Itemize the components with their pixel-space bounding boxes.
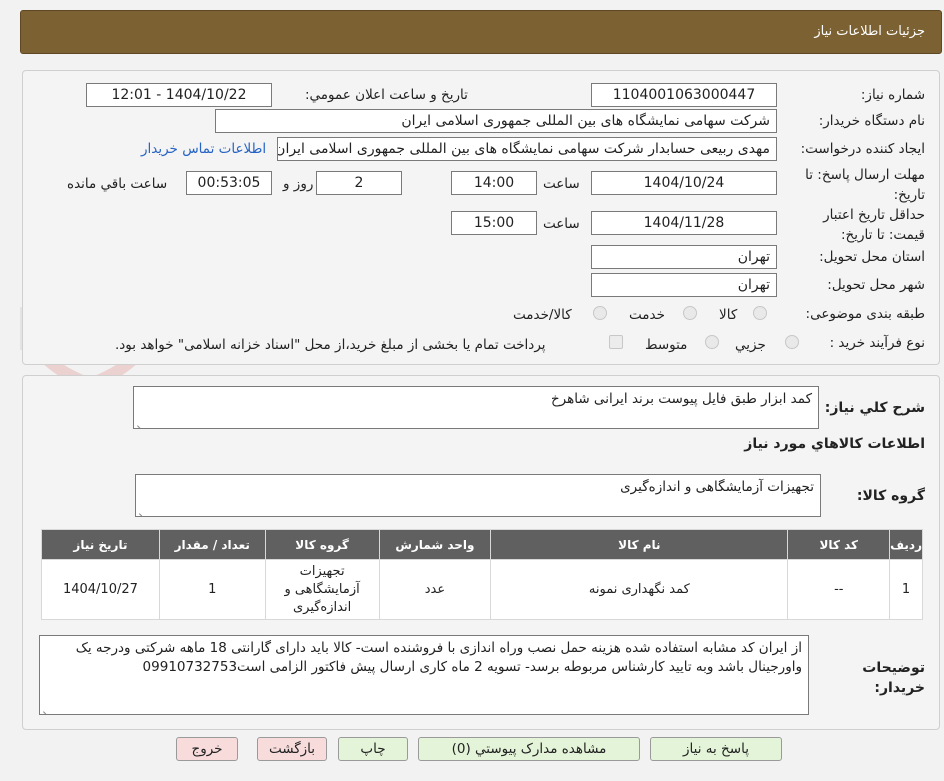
process-type-label: نوع فرآیند خرید : <box>829 335 925 351</box>
goods-info-title: اطلاعات کالاهاي مورد نیاز <box>744 436 925 452</box>
announce-date-field[interactable]: 1404/10/22 - 12:01 <box>86 83 272 107</box>
exit-button[interactable]: خروج <box>176 737 238 761</box>
reply-time-field[interactable]: 14:00 <box>451 171 537 195</box>
treasury-payment-note: پرداخت تمام یا بخشی از مبلغ خرید،از محل … <box>115 337 546 353</box>
remaining-days-field[interactable]: 2 <box>316 171 402 195</box>
page-header: جزئیات اطلاعات نیاز <box>20 10 942 54</box>
buyer-org-field[interactable]: شرکت سهامی نمایشگاه های بین المللی جمهور… <box>215 109 777 133</box>
buyer-notes-label: توضیحات خریدار: <box>862 660 925 696</box>
print-button[interactable]: چاپ <box>338 737 408 761</box>
col-header-need-date: تاریخ نیاز <box>41 529 160 560</box>
price-validity-label: حداقل تاریخ اعتبار قیمت: تا تاریخ: <box>823 207 925 243</box>
cell-goods-name: کمد نگهداری نمونه <box>490 559 789 620</box>
page-title: جزئیات اطلاعات نیاز <box>814 24 925 39</box>
resize-grip-icon[interactable] <box>43 704 51 712</box>
process-radio-medium[interactable] <box>705 335 719 349</box>
category-radio-service[interactable] <box>683 306 697 320</box>
province-field[interactable]: تهران <box>591 245 777 269</box>
reply-to-need-button[interactable]: پاسخ به نیاز <box>650 737 782 761</box>
category-radio-goods[interactable] <box>753 306 767 320</box>
info-panel: شماره نیاز: 1104001063000447 تاریخ و ساع… <box>22 70 940 365</box>
view-attachments-button[interactable]: مشاهده مدارک پیوستي (0) <box>418 737 640 761</box>
city-field[interactable]: تهران <box>591 273 777 297</box>
buyer-notes-text: از ایران کد مشابه استفاده شده هزینه حمل … <box>75 640 802 675</box>
general-description-text: کمد ابزار طبق فایل پیوست برند ایرانی شاه… <box>550 391 812 407</box>
process-option-medium: متوسط <box>645 337 688 353</box>
need-number-label: شماره نیاز: <box>860 87 925 103</box>
reply-deadline-label: مهلت ارسال پاسخ: تا تاریخ: <box>805 167 925 203</box>
cell-quantity: 1 <box>158 559 266 620</box>
category-radio-goods-service[interactable] <box>593 306 607 320</box>
requester-field[interactable]: مهدی ربیعی حسابدار شرکت سهامی نمایشگاه ه… <box>277 137 777 161</box>
table-row: 1 -- کمد نگهداری نمونه عدد تجهیزات آزمای… <box>41 559 923 620</box>
province-label: استان محل تحویل: <box>819 249 925 265</box>
treasury-payment-checkbox[interactable] <box>609 335 623 349</box>
col-header-goods-code: کد کالا <box>787 529 891 560</box>
remaining-time-field[interactable]: 00:53:05 <box>186 171 272 195</box>
cell-unit: عدد <box>378 559 492 620</box>
price-validity-date-field[interactable]: 1404/11/28 <box>591 211 777 235</box>
days-label: روز و <box>283 176 314 192</box>
need-number-field[interactable]: 1104001063000447 <box>591 83 777 107</box>
goods-table: ردیف کد کالا نام کالا واحد شمارش گروه کا… <box>41 529 923 620</box>
goods-group-field[interactable]: تجهیزات آزمایشگاهی و اندازه‌گیری <box>135 474 821 517</box>
category-option-service: خدمت <box>629 307 665 323</box>
buyer-contact-link[interactable]: اطلاعات تماس خریدار <box>141 141 266 157</box>
buyer-notes-field[interactable]: از ایران کد مشابه استفاده شده هزینه حمل … <box>39 635 809 715</box>
cell-goods-code: -- <box>787 559 891 620</box>
reply-date-field[interactable]: 1404/10/24 <box>591 171 777 195</box>
announce-date-label: تاریخ و ساعت اعلان عمومي: <box>305 87 468 103</box>
process-radio-minor[interactable] <box>785 335 799 349</box>
cell-row-number: 1 <box>889 559 923 620</box>
resize-grip-icon[interactable] <box>139 506 147 514</box>
category-option-goods: کالا <box>719 307 738 323</box>
details-panel: شرح کلي نیاز: کمد ابزار طبق فایل پیوست ب… <box>22 375 940 730</box>
resize-grip-icon[interactable] <box>137 418 145 426</box>
general-description-field[interactable]: کمد ابزار طبق فایل پیوست برند ایرانی شاه… <box>133 386 819 429</box>
city-label: شهر محل تحویل: <box>827 277 925 293</box>
price-validity-hour-label: ساعت <box>543 216 580 232</box>
general-description-label: شرح کلي نیاز: <box>824 400 925 416</box>
goods-group-label: گروه کالا: <box>856 488 925 504</box>
category-label: طبقه بندی موضوعی: <box>805 306 925 322</box>
buyer-org-label: نام دستگاه خریدار: <box>818 113 925 129</box>
col-header-goods-group: گروه کالا <box>264 529 380 560</box>
col-header-unit: واحد شمارش <box>378 529 492 560</box>
col-header-goods-name: نام کالا <box>490 529 789 560</box>
price-validity-time-field[interactable]: 15:00 <box>451 211 537 235</box>
requester-label: ایجاد کننده درخواست: <box>800 141 925 157</box>
remaining-time-label: ساعت باقي مانده <box>67 176 168 192</box>
col-header-quantity: تعداد / مقدار <box>158 529 266 560</box>
goods-table-header-row: ردیف کد کالا نام کالا واحد شمارش گروه کا… <box>41 529 923 560</box>
cell-goods-group: تجهیزات آزمایشگاهی و اندازه‌گیری <box>264 559 380 620</box>
reply-hour-label: ساعت <box>543 176 580 192</box>
col-header-row-number: ردیف <box>889 529 923 560</box>
back-button[interactable]: بازگشت <box>257 737 327 761</box>
process-option-minor: جزیي <box>735 337 766 353</box>
cell-need-date: 1404/10/27 <box>41 559 160 620</box>
goods-group-text: تجهیزات آزمایشگاهی و اندازه‌گیری <box>620 479 814 495</box>
category-option-goods-service: کالا/خدمت <box>513 307 572 323</box>
